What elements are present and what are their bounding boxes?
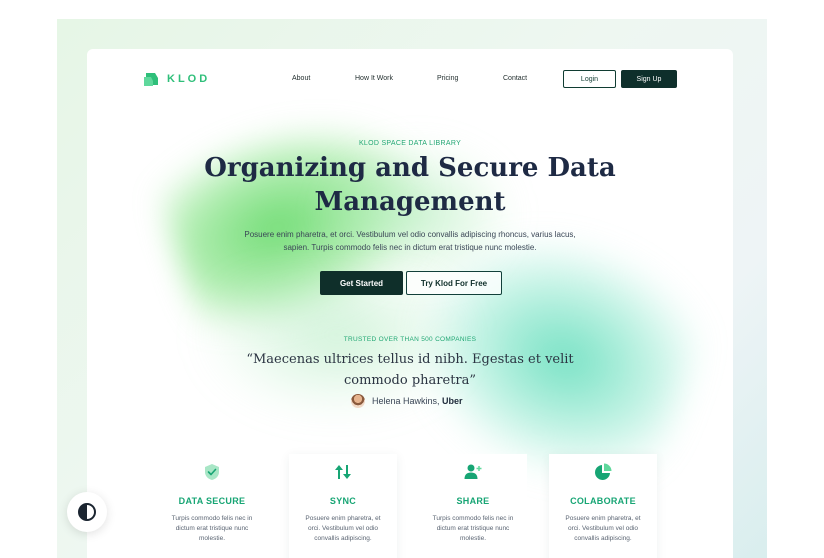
page-background: KLOD About How It Work Pricing Contact L… [57,19,767,558]
contrast-icon [78,503,96,521]
hero-eyebrow: KLOD SPACE DATA LIBRARY [358,140,462,147]
feature-card-share: SHARE Turpis commodo felis nec in dictum… [419,454,527,558]
features-row: DATA SECURE Turpis commodo felis nec in … [87,454,733,558]
feature-title: COLABORATE [570,496,636,506]
feature-card-colaborate: COLABORATE Posuere enim pharetra, et orc… [549,454,657,558]
feature-card-data-secure: DATA SECURE Turpis commodo felis nec in … [158,454,266,558]
klod-logo-icon [144,73,158,86]
trusted-eyebrow: TRUSTED OVER THAN 500 COMPANIES [343,336,477,343]
logo[interactable]: KLOD [143,71,210,87]
feature-description: Turpis commodo felis nec in dictum erat … [171,515,253,542]
landing-page-card: KLOD About How It Work Pricing Contact L… [87,49,733,558]
hero-title: Organizing and Secure Data Management [204,153,616,217]
author-company: Uber [442,396,463,406]
share-user-icon [464,464,482,479]
get-started-button[interactable]: Get Started [320,271,403,295]
logo-text: KLOD [167,73,211,85]
feature-card-sync: SYNC Posuere enim pharetra, et orci. Ves… [289,454,397,558]
feature-title: DATA SECURE [178,496,246,506]
shield-check-icon [205,464,219,480]
hero-description: Posuere enim pharetra, et orci. Vestibul… [244,230,576,252]
nav-link-how-it-work[interactable]: How It Work [355,75,393,82]
nav-link-about[interactable]: About [292,75,310,82]
feature-description: Turpis commodo felis nec in dictum erat … [432,515,514,542]
avatar [351,394,365,408]
sync-icon [335,465,351,479]
testimonial-quote: “Maecenas ultrices tellus id nibh. Egest… [246,352,574,388]
nav-link-pricing[interactable]: Pricing [437,75,458,82]
theme-toggle-button[interactable] [67,492,107,532]
feature-description: Posuere enim pharetra, et orci. Vestibul… [565,515,641,542]
pie-chart-icon [595,463,612,480]
nav-link-contact[interactable]: Contact [503,75,527,82]
signup-button[interactable]: Sign Up [621,70,677,88]
feature-title: SHARE [456,496,490,506]
try-free-button[interactable]: Try Klod For Free [406,271,502,295]
author-name: Helena Hawkins [372,396,438,406]
testimonial-author: Helena Hawkins, Uber [351,394,463,408]
feature-description: Posuere enim pharetra, et orci. Vestibul… [305,515,381,542]
login-button[interactable]: Login [563,70,616,88]
feature-title: SYNC [329,496,357,506]
